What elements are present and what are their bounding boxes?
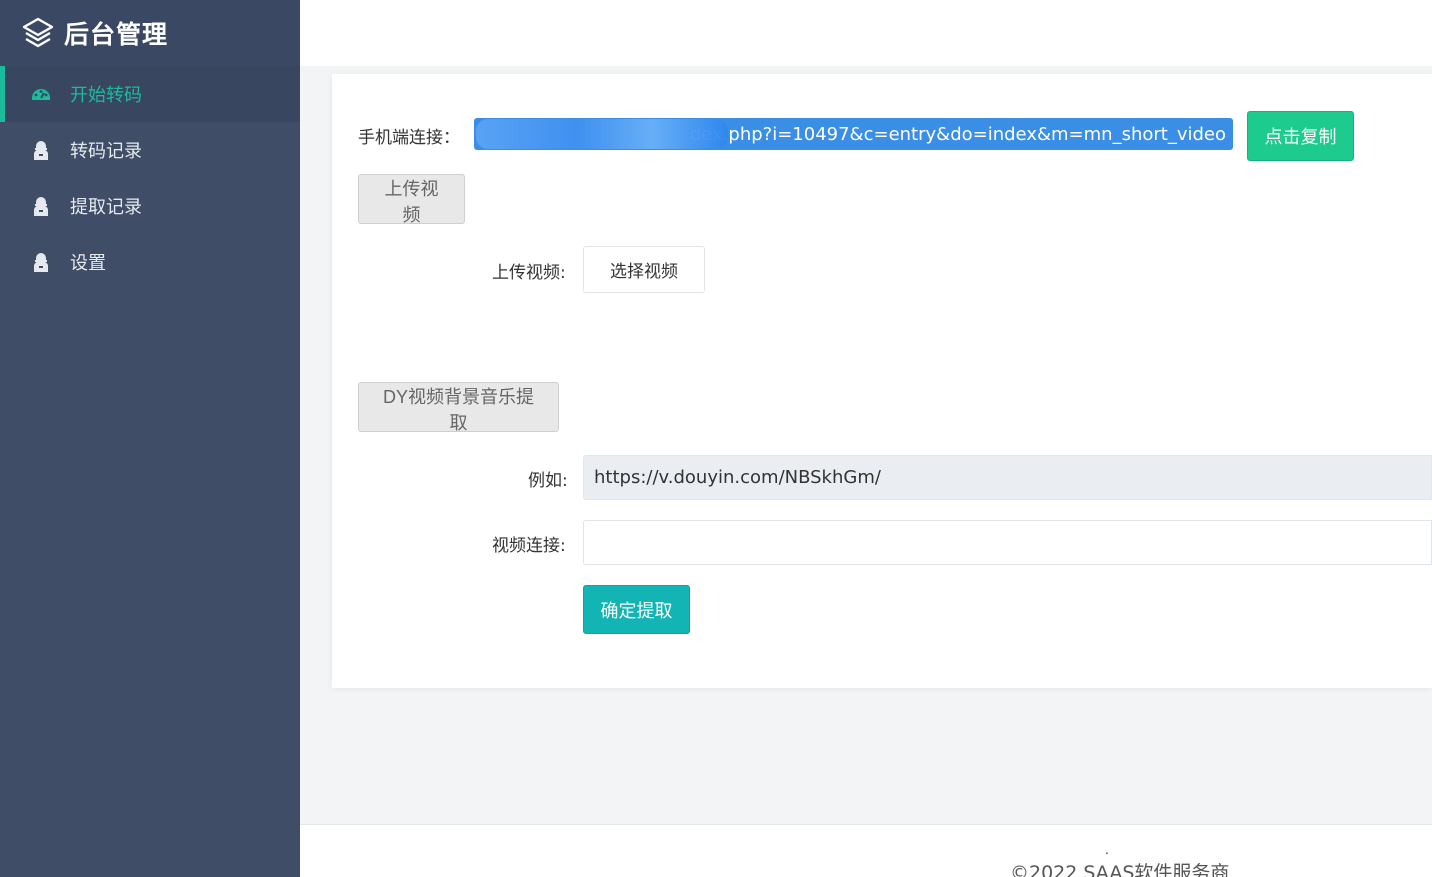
sidebar: 后台管理 开始转码 转码记录 提取记录 设置 — [0, 0, 300, 877]
main-card — [332, 74, 1432, 688]
sidebar-item-label: 开始转码 — [70, 85, 142, 106]
user-icon — [30, 195, 52, 217]
sidebar-item-transcode-records[interactable]: 转码记录 — [0, 122, 300, 178]
sidebar-item-start-transcode[interactable]: 开始转码 — [0, 66, 300, 122]
sidebar-item-label: 提取记录 — [70, 197, 142, 218]
sidebar-item-extract-records[interactable]: 提取记录 — [0, 178, 300, 234]
brand: 后台管理 — [0, 0, 300, 66]
choose-video-button[interactable]: 选择视频 — [583, 246, 705, 293]
sidebar-item-label: 设置 — [70, 253, 106, 274]
redacted-blur — [476, 119, 728, 149]
footer-copyright: ©2022 SAAS软件服务商 — [1010, 862, 1230, 877]
user-icon — [30, 251, 52, 273]
dy-music-extract-section-button[interactable]: DY视频背景音乐提取 — [358, 382, 559, 433]
layers-logo-icon — [20, 15, 56, 51]
example-url-field — [583, 455, 1432, 500]
upload-video-section-button[interactable]: 上传视频 — [358, 174, 465, 225]
footer — [300, 825, 1432, 877]
copy-button[interactable]: 点击复制 — [1247, 111, 1354, 161]
sidebar-item-label: 转码记录 — [70, 141, 142, 162]
mobile-link-label: 手机端连接： — [358, 128, 460, 148]
top-header — [300, 0, 1432, 66]
mobile-link-value: dex.php?i=10497&c=entry&do=index&m=mn_sh… — [689, 123, 1226, 145]
confirm-extract-button[interactable]: 确定提取 — [583, 585, 690, 634]
sidebar-item-settings[interactable]: 设置 — [0, 234, 300, 290]
video-link-label: 视频连接: — [492, 536, 566, 556]
upload-video-label: 上传视频: — [492, 263, 566, 283]
video-link-input[interactable] — [583, 520, 1432, 565]
mobile-link-field[interactable]: dex.php?i=10497&c=entry&do=index&m=mn_sh… — [474, 118, 1233, 150]
example-label: 例如: — [528, 471, 568, 491]
footer-dot: . — [1105, 843, 1109, 857]
dashboard-icon — [30, 83, 52, 105]
user-icon — [30, 139, 52, 161]
app-title: 后台管理 — [64, 20, 169, 49]
